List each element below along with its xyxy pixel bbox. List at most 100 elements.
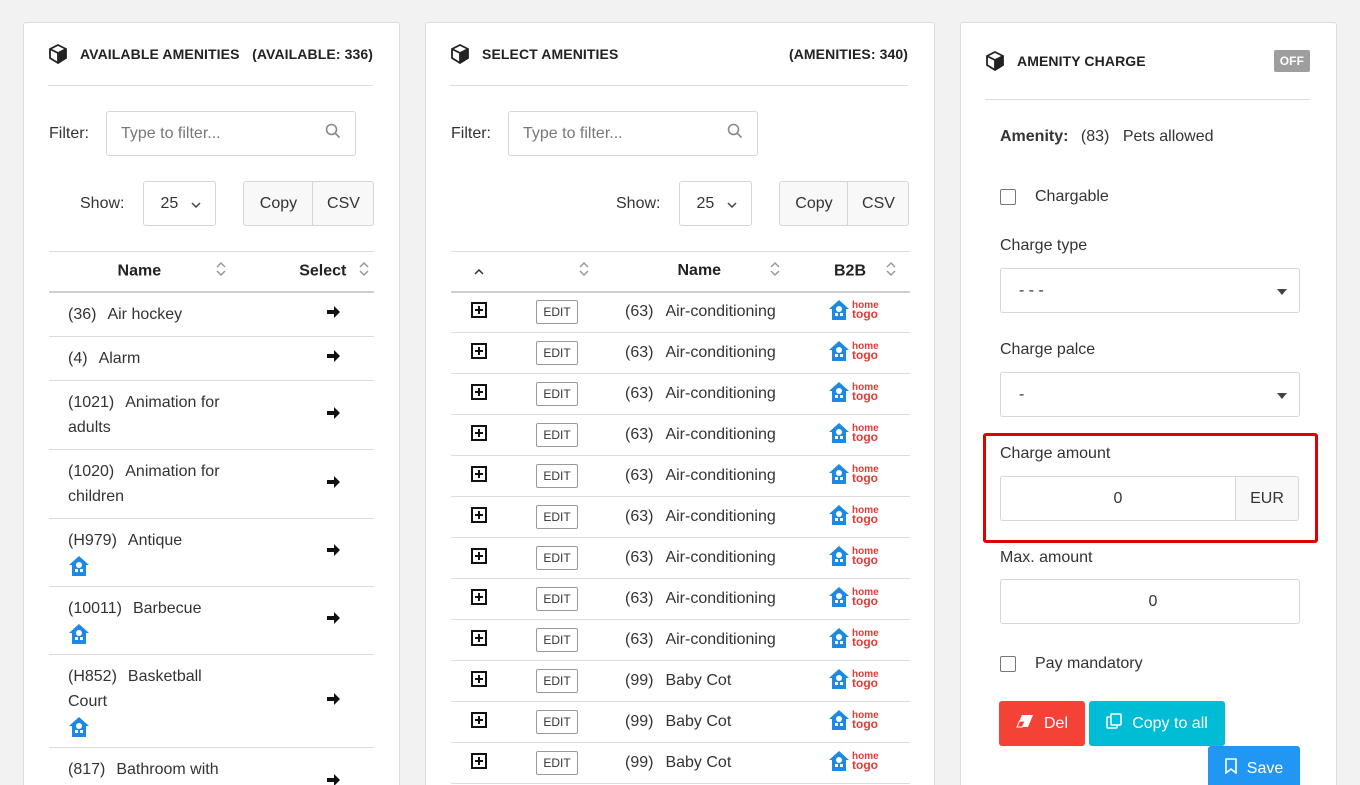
logo-text-bottom: togo <box>852 552 878 567</box>
filter-input[interactable] <box>121 124 311 143</box>
plus-square-icon[interactable] <box>471 752 487 773</box>
arrow-right-icon[interactable] <box>327 349 341 366</box>
chevron-down-icon <box>727 195 737 213</box>
hometogo-logo: home togo <box>828 709 879 731</box>
plus-square-icon[interactable] <box>471 670 487 691</box>
csv-button[interactable]: CSV <box>848 181 910 226</box>
column-header-name[interactable]: Name <box>49 251 295 293</box>
arrow-right-icon[interactable] <box>327 475 341 492</box>
delete-button[interactable]: Del <box>999 701 1085 746</box>
charge-type-select[interactable]: - - - <box>1000 268 1300 313</box>
plus-square-icon[interactable] <box>471 465 487 486</box>
b2b-cell: home togo <box>820 701 910 743</box>
filter-label: Filter: <box>49 124 89 142</box>
edit-button[interactable]: EDIT <box>536 341 578 365</box>
edit-button[interactable]: EDIT <box>536 423 578 447</box>
edit-button[interactable]: EDIT <box>536 505 578 529</box>
arrow-right-icon[interactable] <box>327 611 341 628</box>
column-header-expand[interactable] <box>451 251 507 293</box>
copy-to-all-button[interactable]: Copy to all <box>1089 701 1225 746</box>
amenity-name: Alarm <box>98 349 141 367</box>
max-amount-value: 0 <box>1148 592 1158 610</box>
home-icon <box>68 623 234 645</box>
edit-button[interactable]: EDIT <box>536 669 578 693</box>
pay-mandatory-checkbox[interactable] <box>1000 656 1016 672</box>
export-buttons: Copy CSV <box>243 181 375 226</box>
filter-box <box>106 111 356 156</box>
amenity-name: Air-conditioning <box>665 344 776 361</box>
available-amenities-header: AVAILABLE AMENITIES (AVAILABLE: 336) <box>48 23 373 86</box>
arrow-right-icon[interactable] <box>327 773 341 785</box>
off-toggle[interactable]: OFF <box>1273 50 1310 72</box>
arrow-right-icon[interactable] <box>327 406 341 423</box>
edit-button[interactable]: EDIT <box>536 628 578 652</box>
copy-to-all-label: Copy to all <box>1132 714 1208 732</box>
plus-square-icon[interactable] <box>471 547 487 568</box>
plus-square-icon[interactable] <box>471 506 487 527</box>
csv-button[interactable]: CSV <box>313 181 375 226</box>
logo-text-bottom: togo <box>852 675 878 690</box>
plus-square-icon[interactable] <box>471 383 487 404</box>
copy-button[interactable]: Copy <box>243 181 314 226</box>
sort-icon <box>886 261 896 282</box>
edit-button[interactable]: EDIT <box>536 382 578 406</box>
amenity-name-cell: (63) Air-conditioning <box>607 496 820 538</box>
plus-square-icon[interactable] <box>471 424 487 445</box>
chevron-up-icon <box>474 262 484 279</box>
arrow-right-icon[interactable] <box>327 692 341 709</box>
charge-amount-input[interactable]: 0 <box>1000 476 1236 521</box>
filter-input[interactable] <box>523 124 713 143</box>
edit-button[interactable]: EDIT <box>536 587 578 611</box>
caret-down-icon <box>1277 282 1287 300</box>
amenity-name: Pets allowed <box>1122 128 1214 145</box>
panel-title: AMENITY CHARGE <box>1017 53 1146 69</box>
column-header-name[interactable]: Name <box>607 251 820 293</box>
charge-type-label: Charge type <box>1000 237 1088 254</box>
chargable-checkbox[interactable] <box>1000 189 1016 205</box>
copy-button[interactable]: Copy <box>779 181 849 226</box>
page-size-select[interactable]: 25 <box>143 181 217 226</box>
amenity-name-cell: (63) Air-conditioning <box>607 578 820 620</box>
plus-square-icon[interactable] <box>471 629 487 650</box>
max-amount-input[interactable]: 0 <box>1000 579 1300 624</box>
filter-box <box>508 111 758 156</box>
amenity-name-cell: (99) Baby Cot <box>607 660 820 702</box>
edit-button[interactable]: EDIT <box>536 546 578 570</box>
amenity-name-cell: (99) Baby Cot <box>607 742 820 784</box>
column-header-edit[interactable] <box>507 251 607 293</box>
arrow-right-icon[interactable] <box>327 543 341 560</box>
page-size-select[interactable]: 25 <box>679 181 753 226</box>
column-name-label: Name <box>677 262 722 280</box>
amenity-number: (1021) <box>68 393 115 411</box>
amenity-number: (63) <box>625 631 654 648</box>
edit-button[interactable]: EDIT <box>536 300 578 325</box>
plus-square-icon[interactable] <box>471 342 487 363</box>
edit-button[interactable]: EDIT <box>536 464 578 488</box>
column-header-b2b[interactable]: B2B <box>820 251 910 293</box>
amenity-name-cell: (63) Air-conditioning <box>607 455 820 497</box>
table-row: EDIT (99) Baby Cot home togo <box>451 701 910 743</box>
amenity-name: Antique <box>127 531 183 549</box>
plus-square-icon[interactable] <box>471 588 487 609</box>
expand-cell <box>451 701 507 743</box>
expand-cell <box>451 537 507 579</box>
charge-place-select[interactable]: - <box>1000 372 1300 417</box>
sort-icon <box>579 261 589 282</box>
amenity-number: (63) <box>625 590 654 607</box>
b2b-cell: home togo <box>820 578 910 620</box>
save-button[interactable]: Save <box>1208 746 1300 785</box>
home-icon <box>68 716 234 738</box>
hometogo-logo: home togo <box>828 422 879 444</box>
column-header-select[interactable]: Select <box>294 251 374 293</box>
pay-mandatory-label: Pay mandatory <box>1035 655 1143 672</box>
b2b-cell: home togo <box>820 332 910 374</box>
show-row: Show: 25 Copy CSV <box>80 181 375 226</box>
arrow-right-icon[interactable] <box>327 305 341 322</box>
amenity-name-cell: (1021) Animation for adults <box>49 380 295 450</box>
table-row: (H852) Basketball Court <box>49 654 374 748</box>
column-name-label: Name <box>117 262 162 280</box>
plus-square-icon[interactable] <box>471 711 487 732</box>
edit-button[interactable]: EDIT <box>536 751 578 775</box>
plus-square-icon[interactable] <box>471 301 487 322</box>
edit-button[interactable]: EDIT <box>536 710 578 734</box>
